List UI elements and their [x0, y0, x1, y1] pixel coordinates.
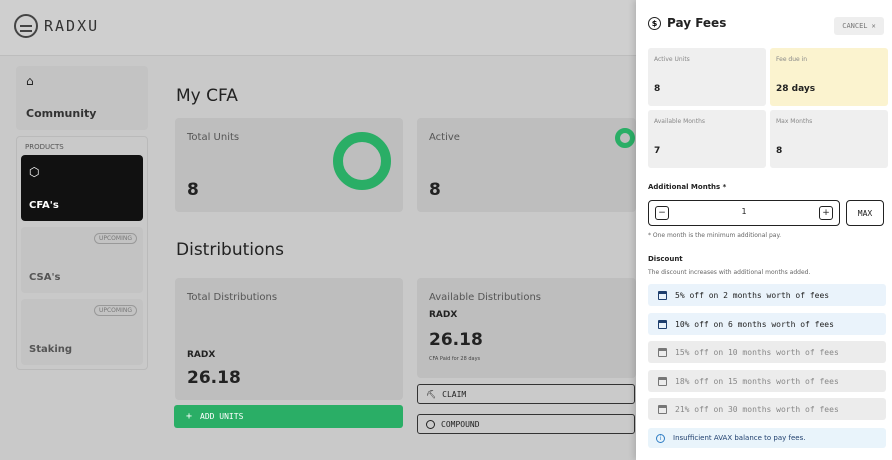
cube-icon: ⬡	[29, 165, 40, 179]
max-months-stat: Max Months 8	[770, 110, 888, 168]
claim-icon: ⛏	[426, 389, 437, 399]
available-distributions-unit: RADX	[429, 310, 458, 320]
circle-icon	[426, 419, 435, 429]
close-icon: ✕	[871, 22, 876, 30]
insufficient-balance-alert: i Insufficient AVAX balance to pay fees.	[648, 428, 886, 448]
available-distributions-note: CFA Paid for 28 days	[429, 356, 481, 362]
calendar-icon	[658, 376, 667, 386]
discount-description: The discount increases with additional m…	[648, 269, 811, 276]
discount-text: 18% off on 15 months worth of fees	[675, 376, 839, 386]
total-distributions-value: 26.18	[187, 368, 241, 388]
sidebar-item-community[interactable]: ⌂ Community	[16, 66, 148, 130]
cancel-button[interactable]: CANCEL ✕	[834, 17, 884, 35]
increment-button[interactable]: +	[819, 206, 833, 220]
calendar-icon	[658, 347, 667, 357]
total-units-label: Total Units	[187, 132, 240, 143]
compound-button[interactable]: COMPOUND	[417, 414, 635, 434]
available-months-stat: Available Months 7	[648, 110, 766, 168]
discount-text: 5% off on 2 months worth of fees	[675, 290, 830, 300]
alert-text: Insufficient AVAX balance to pay fees.	[673, 434, 806, 442]
products-group-label: PRODUCTS	[25, 143, 64, 151]
total-distributions-unit: RADX	[187, 350, 216, 360]
active-donut-chart	[615, 128, 635, 148]
discount-option-10-months: 15% off on 10 months worth of fees	[648, 341, 886, 363]
available-distributions-value: 26.18	[429, 330, 483, 350]
max-button[interactable]: MAX	[846, 200, 884, 226]
stat-value: 7	[654, 146, 661, 156]
upcoming-badge: UPCOMING	[93, 305, 137, 316]
total-units-card: Total Units 8	[175, 118, 403, 212]
sidebar-item-label: CSA's	[29, 272, 61, 283]
sidebar-item-label: Community	[26, 107, 97, 120]
discount-option-2-months[interactable]: 5% off on 2 months worth of fees	[648, 284, 886, 306]
additional-months-label: Additional Months *	[648, 183, 727, 191]
plus-icon: +	[186, 411, 193, 422]
total-distributions-card: Total Distributions RADX 26.18	[175, 278, 403, 400]
home-icon: ⌂	[26, 74, 34, 88]
total-units-value: 8	[187, 180, 199, 200]
calendar-icon	[658, 319, 667, 329]
stat-label: Active Units	[654, 56, 690, 63]
active-card: Active 8	[417, 118, 636, 212]
logo-text: RADXU	[44, 17, 100, 35]
claim-button[interactable]: ⛏ CLAIM	[417, 384, 635, 404]
sidebar-item-staking[interactable]: UPCOMING Staking	[21, 299, 143, 365]
additional-months-stepper: − 1 +	[648, 200, 840, 226]
discount-label: Discount	[648, 255, 683, 263]
drawer-header: $ Pay Fees	[648, 16, 726, 30]
active-value: 8	[429, 180, 441, 200]
available-distributions-label: Available Distributions	[429, 292, 541, 303]
discount-text: 15% off on 10 months worth of fees	[675, 347, 839, 357]
discount-option-15-months: 18% off on 15 months worth of fees	[648, 370, 886, 392]
sidebar: ⌂ Community PRODUCTS ⬡ CFA's UPCOMING CS…	[16, 66, 148, 370]
dollar-icon: $	[648, 16, 661, 30]
pay-fees-drawer: $ Pay Fees CANCEL ✕ Active Units 8 Fee d…	[636, 0, 892, 460]
calendar-icon	[658, 290, 667, 300]
units-donut-chart	[333, 132, 391, 190]
drawer-title: Pay Fees	[667, 16, 727, 30]
stat-label: Fee due in	[776, 56, 808, 63]
upcoming-badge: UPCOMING	[93, 233, 137, 244]
stat-value: 28 days	[776, 84, 816, 94]
additional-months-value[interactable]: 1	[649, 207, 839, 216]
stat-value: 8	[654, 84, 661, 94]
total-distributions-label: Total Distributions	[187, 292, 278, 303]
add-units-label: ADD UNITS	[200, 412, 244, 421]
discount-text: 10% off on 6 months worth of fees	[675, 319, 834, 329]
minimum-note: * One month is the minimum additional pa…	[648, 232, 782, 239]
discount-text: 21% off on 30 months worth of fees	[675, 404, 839, 414]
distributions-title: Distributions	[176, 240, 285, 260]
calendar-icon	[658, 404, 667, 414]
sidebar-item-cfas[interactable]: ⬡ CFA's	[21, 155, 143, 221]
stat-label: Available Months	[654, 118, 705, 125]
compound-label: COMPOUND	[441, 419, 480, 429]
discount-option-6-months[interactable]: 10% off on 6 months worth of fees	[648, 313, 886, 335]
cancel-label: CANCEL	[842, 22, 868, 30]
add-units-button[interactable]: + ADD UNITS	[174, 405, 403, 428]
page-title: My CFA	[176, 86, 238, 106]
active-label: Active	[429, 132, 460, 143]
stat-value: 8	[776, 146, 783, 156]
logo[interactable]: RADXU	[14, 14, 99, 38]
available-distributions-card: Available Distributions RADX 26.18 CFA P…	[417, 278, 636, 378]
sidebar-item-csas[interactable]: UPCOMING CSA's	[21, 227, 143, 293]
fee-due-stat: Fee due in 28 days	[770, 48, 888, 106]
info-icon: i	[656, 433, 665, 443]
sidebar-item-label: CFA's	[29, 200, 59, 211]
products-group: PRODUCTS ⬡ CFA's UPCOMING CSA's UPCOMING…	[16, 136, 148, 370]
radxu-logo-icon	[14, 14, 38, 38]
active-units-stat: Active Units 8	[648, 48, 766, 106]
claim-label: CLAIM	[442, 389, 467, 399]
discount-option-30-months: 21% off on 30 months worth of fees	[648, 398, 886, 420]
stat-label: Max Months	[776, 118, 813, 125]
sidebar-item-label: Staking	[29, 344, 73, 355]
